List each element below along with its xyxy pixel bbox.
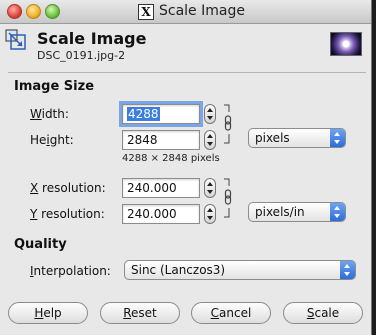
interpolation-select[interactable]: Sinc (Lanczos3): [124, 260, 356, 280]
size-unit-select[interactable]: pixels: [248, 128, 346, 148]
width-label: Width:: [30, 107, 69, 121]
x-resolution-spinner[interactable]: [204, 178, 216, 198]
scale-image-icon: [5, 29, 26, 50]
height-spinner[interactable]: [204, 130, 216, 150]
chevron-updown-icon: [340, 261, 355, 279]
scale-image-window: X Scale Image Scale Image DSC_0191.jpg-2…: [0, 0, 372, 335]
window-title: Scale Image: [159, 3, 245, 19]
y-resolution-label: Y resolution:: [30, 207, 105, 221]
height-input[interactable]: 2848: [122, 130, 200, 150]
close-icon[interactable]: [7, 4, 22, 19]
x-resolution-label: X resolution:: [30, 181, 106, 195]
chevron-updown-icon: [330, 203, 345, 221]
reset-button[interactable]: Reset: [100, 302, 180, 324]
pixel-size-info: 4288 × 2848 pixels: [122, 153, 220, 164]
cancel-button[interactable]: Cancel: [191, 302, 271, 324]
minimize-icon[interactable]: [26, 4, 41, 19]
zoom-icon[interactable]: [45, 4, 60, 19]
dialog-title: Scale Image: [37, 29, 147, 48]
scale-button[interactable]: Scale: [283, 302, 363, 324]
y-resolution-input[interactable]: 240.000: [122, 204, 200, 224]
x11-icon: X: [138, 4, 154, 20]
header-divider: [8, 72, 366, 73]
chevron-updown-icon: [330, 129, 345, 147]
chain-icon[interactable]: [223, 177, 233, 223]
quality-heading: Quality: [14, 237, 67, 252]
help-button[interactable]: Help: [8, 302, 88, 324]
height-label: Height:: [30, 133, 74, 147]
title-bar: X Scale Image: [0, 0, 371, 24]
y-resolution-spinner[interactable]: [204, 204, 216, 224]
image-thumbnail: [330, 32, 362, 56]
chain-icon[interactable]: [223, 103, 233, 149]
width-spinner[interactable]: [204, 104, 216, 124]
width-input[interactable]: 4288: [119, 101, 203, 127]
x-resolution-input[interactable]: 240.000: [122, 178, 200, 198]
image-name: DSC_0191.jpg-2: [37, 49, 126, 62]
resolution-unit-select[interactable]: pixels/in: [248, 202, 346, 222]
interpolation-label: Interpolation:: [30, 264, 111, 278]
image-size-heading: Image Size: [14, 79, 95, 94]
